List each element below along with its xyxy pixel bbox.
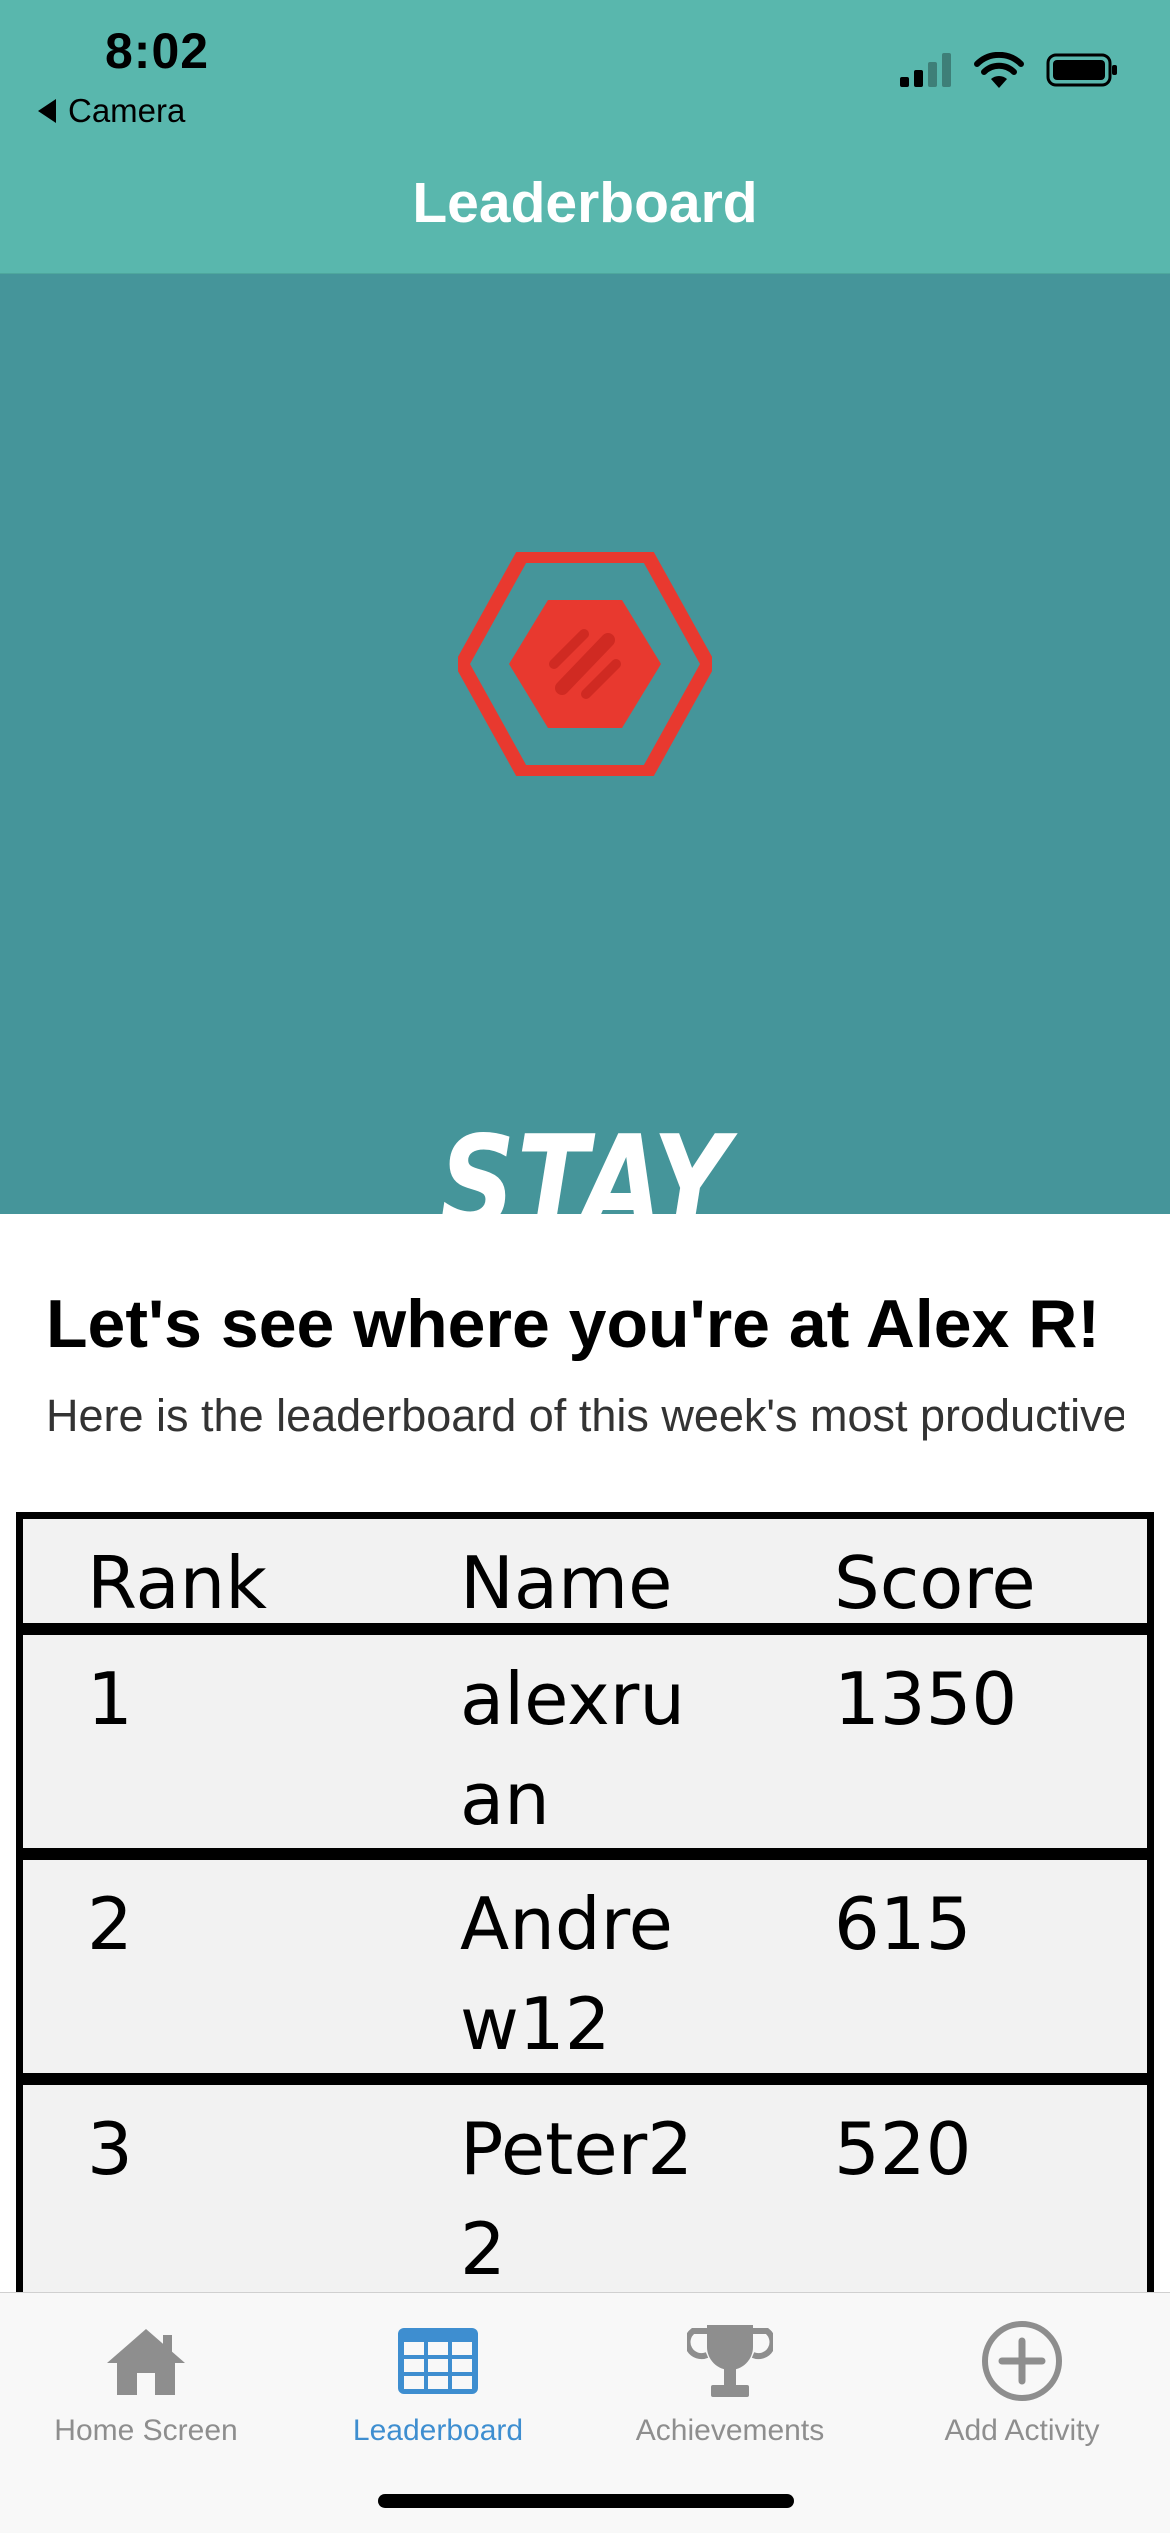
- rank-cell: 3: [87, 2107, 133, 2191]
- leaderboard-description: Here is the leaderboard of this week's m…: [46, 1390, 1124, 1441]
- tab-add-activity[interactable]: Add Activity: [876, 2313, 1168, 2448]
- greeting-heading: Let's see where you're at Alex R!: [46, 1286, 1100, 1362]
- name-cell: Andrew12: [460, 1882, 673, 2066]
- table-row: 1 alexruan 1350: [23, 1635, 1147, 1860]
- tab-label: Add Activity: [944, 2414, 1100, 2447]
- column-header-rank: Rank: [87, 1541, 267, 1625]
- table-header-row: Rank Name Score: [23, 1519, 1147, 1635]
- leaderboard-table: Rank Name Score 1 alexruan 1350 2 Andrew…: [16, 1512, 1154, 2292]
- back-app-label: Camera: [68, 92, 186, 129]
- rank-cell: 2: [87, 1882, 133, 1966]
- rank-cell: 1: [87, 1657, 133, 1741]
- back-to-camera-link[interactable]: Camera: [38, 92, 185, 130]
- status-icons: [900, 52, 1118, 88]
- table-icon: [398, 2327, 478, 2394]
- table-row: 3 Peter22 520: [23, 2085, 1147, 2292]
- motivation-banner: STAY MOTIVATED!: [0, 274, 1170, 1407]
- score-cell: 520: [834, 2107, 972, 2191]
- tab-leaderboard[interactable]: Leaderboard: [292, 2313, 584, 2448]
- tab-home-screen[interactable]: Home Screen: [0, 2313, 292, 2448]
- home-icon: [107, 2328, 185, 2395]
- tab-achievements[interactable]: Achievements: [584, 2313, 876, 2448]
- tab-label: Achievements: [635, 2414, 825, 2447]
- tab-label: Leaderboard: [352, 2414, 524, 2447]
- name-cell: Peter22: [460, 2107, 694, 2291]
- battery-icon: [1046, 53, 1117, 87]
- score-cell: 1350: [834, 1657, 1018, 1741]
- page-title: Leaderboard: [412, 171, 758, 235]
- score-cell: 615: [834, 1882, 972, 1966]
- navigation-header: 8:02 Camera Leaderboard: [0, 0, 1170, 274]
- table-row: 2 Andrew12 615: [23, 1860, 1147, 2085]
- column-header-score: Score: [834, 1541, 1036, 1625]
- back-arrow-icon: [38, 99, 56, 123]
- name-cell: alexruan: [460, 1657, 685, 1841]
- home-indicator[interactable]: [378, 2494, 794, 2508]
- hexagon-logo-icon: [458, 552, 712, 776]
- plus-circle-icon: [982, 2320, 1062, 2401]
- trophy-icon: [687, 2324, 773, 2397]
- tab-label: Home Screen: [54, 2414, 238, 2447]
- wifi-icon: [974, 52, 1024, 88]
- column-header-name: Name: [460, 1541, 673, 1625]
- status-time: 8:02: [105, 23, 210, 79]
- signal-icon: [900, 53, 951, 87]
